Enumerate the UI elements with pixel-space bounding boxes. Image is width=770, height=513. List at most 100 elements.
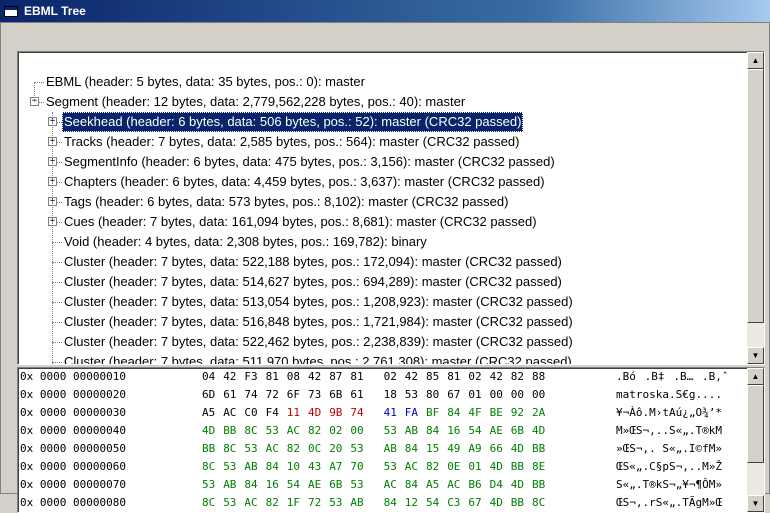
hex-row[interactable]: 0x 0000 00000050 BB 8C 53 AC 82 0C 20 53 AB 84 15 49… xyxy=(20,441,746,457)
hex-byte[interactable]: 66 xyxy=(490,441,510,457)
hex-byte[interactable]: BB xyxy=(511,459,531,475)
hex-byte[interactable]: 4D xyxy=(308,405,328,421)
hex-byte[interactable]: 82 xyxy=(266,495,286,511)
tree-node-label[interactable]: Cluster (header: 7 bytes, data: 513,054 … xyxy=(62,292,575,312)
scroll-up-arrow-icon[interactable]: ▲ xyxy=(747,52,764,69)
hex-view[interactable]: 0x 0000 00000010 04 42 F3 81 08 42 87 81 02 42 85 81… xyxy=(17,367,765,513)
tree-row[interactable]: Cluster (header: 7 bytes, data: 511,970 … xyxy=(18,352,746,364)
hex-byte[interactable]: 4D xyxy=(511,477,531,493)
tree-row[interactable]: Void (header: 4 bytes, data: 2,308 bytes… xyxy=(18,232,746,252)
hex-byte[interactable]: 41 xyxy=(384,405,404,421)
hex-byte[interactable]: AB xyxy=(223,477,243,493)
hex-byte[interactable]: D4 xyxy=(490,477,510,493)
hex-byte[interactable]: 01 xyxy=(468,387,488,403)
tree-node-label[interactable]: Cluster (header: 7 bytes, data: 522,188 … xyxy=(62,252,564,272)
hex-row[interactable]: 0x 0000 00000020 6D 61 74 72 6F 73 6B 61 18 53 80 67… xyxy=(20,387,746,403)
hex-byte[interactable]: 02 xyxy=(329,423,349,439)
hex-byte[interactable]: 67 xyxy=(468,495,488,511)
hex-byte[interactable]: 6B xyxy=(329,387,349,403)
tree-row[interactable]: + Seekhead (header: 6 bytes, data: 506 by… xyxy=(18,112,746,132)
tree-row[interactable]: EBML (header: 5 bytes, data: 35 bytes, p… xyxy=(18,72,746,92)
tree-node-label[interactable]: Cues (header: 7 bytes, data: 161,094 byt… xyxy=(62,212,539,232)
hex-byte[interactable]: BB xyxy=(223,423,243,439)
hex-byte[interactable]: AE xyxy=(490,423,510,439)
hex-byte[interactable]: 88 xyxy=(532,369,552,385)
hex-byte[interactable]: 8C xyxy=(223,441,243,457)
hex-byte[interactable]: 82 xyxy=(308,423,328,439)
hex-byte[interactable]: AB xyxy=(350,495,370,511)
hex-byte[interactable]: AC xyxy=(447,477,467,493)
hex-byte[interactable]: BE xyxy=(490,405,510,421)
hex-byte[interactable]: 72 xyxy=(308,495,328,511)
hex-byte[interactable]: 4F xyxy=(468,405,488,421)
hex-byte[interactable]: 53 xyxy=(384,423,404,439)
tree-node-label[interactable]: Tracks (header: 7 bytes, data: 2,585 byt… xyxy=(62,132,521,152)
hex-row[interactable]: 0x 0000 00000080 8C 53 AC 82 1F 72 53 AB 84 12 54 C3… xyxy=(20,495,746,511)
hex-row[interactable]: 0x 0000 00000060 8C 53 AB 84 10 43 A7 70 53 AC 82 0E… xyxy=(20,459,746,475)
hex-byte[interactable]: 4D xyxy=(511,441,531,457)
hex-scroll-thumb[interactable] xyxy=(747,385,764,463)
hex-byte[interactable]: 42 xyxy=(223,369,243,385)
tree-node-label[interactable]: Chapters (header: 6 bytes, data: 4,459 b… xyxy=(62,172,547,192)
hex-byte[interactable]: 9B xyxy=(329,405,349,421)
hex-byte[interactable]: 53 xyxy=(384,459,404,475)
hex-byte[interactable]: 84 xyxy=(405,441,425,457)
hex-byte[interactable]: 20 xyxy=(329,441,349,457)
hex-byte[interactable]: 82 xyxy=(511,369,531,385)
hex-byte[interactable]: 6B xyxy=(511,423,531,439)
hex-byte[interactable]: 00 xyxy=(350,423,370,439)
hex-scroll-up-arrow-icon[interactable]: ▲ xyxy=(747,368,764,385)
hex-byte[interactable]: 87 xyxy=(329,369,349,385)
hex-byte[interactable]: 16 xyxy=(447,423,467,439)
hex-byte[interactable]: 00 xyxy=(532,387,552,403)
hex-byte[interactable]: 85 xyxy=(426,369,446,385)
hex-byte[interactable]: 84 xyxy=(384,495,404,511)
hex-byte[interactable]: BB xyxy=(202,441,222,457)
hex-byte[interactable]: B6 xyxy=(468,477,488,493)
tree-node-label[interactable]: Cluster (header: 7 bytes, data: 514,627 … xyxy=(62,272,564,292)
hex-byte[interactable]: FA xyxy=(405,405,425,421)
hex-byte[interactable]: 4D xyxy=(202,423,222,439)
hex-byte[interactable]: 02 xyxy=(468,369,488,385)
hex-byte[interactable]: 6B xyxy=(329,477,349,493)
hex-byte[interactable]: 53 xyxy=(405,387,425,403)
hex-byte[interactable]: BF xyxy=(426,405,446,421)
hex-byte[interactable]: 8C xyxy=(202,495,222,511)
tree-row[interactable]: Cluster (header: 7 bytes, data: 522,188 … xyxy=(18,252,746,272)
hex-byte[interactable]: 00 xyxy=(511,387,531,403)
hex-byte[interactable]: 6F xyxy=(287,387,307,403)
hex-byte[interactable]: 53 xyxy=(350,441,370,457)
hex-byte[interactable]: 02 xyxy=(384,369,404,385)
hex-byte[interactable]: 04 xyxy=(202,369,222,385)
hex-row[interactable]: 0x 0000 00000040 4D BB 8C 53 AC 82 02 00 53 AB 84 16… xyxy=(20,423,746,439)
hex-byte[interactable]: 01 xyxy=(468,459,488,475)
hex-byte[interactable]: A7 xyxy=(329,459,349,475)
hex-scroll-down-arrow-icon[interactable]: ▼ xyxy=(747,495,764,512)
hex-byte[interactable]: 72 xyxy=(266,387,286,403)
tree-row[interactable]: Cluster (header: 7 bytes, data: 513,054 … xyxy=(18,292,746,312)
hex-byte[interactable]: 53 xyxy=(244,441,264,457)
hex-byte[interactable]: AB xyxy=(244,459,264,475)
tree-row[interactable]: Cluster (header: 7 bytes, data: 514,627 … xyxy=(18,272,746,292)
scroll-down-arrow-icon[interactable]: ▼ xyxy=(747,347,764,364)
hex-byte[interactable]: AC xyxy=(287,423,307,439)
hex-byte[interactable]: 6D xyxy=(202,387,222,403)
hex-byte[interactable]: BB xyxy=(511,495,531,511)
hex-byte[interactable]: 53 xyxy=(223,495,243,511)
hex-byte[interactable]: 4D xyxy=(490,459,510,475)
hex-byte[interactable]: 74 xyxy=(350,405,370,421)
hex-byte[interactable]: 49 xyxy=(447,441,467,457)
tree-node-label[interactable]: EBML (header: 5 bytes, data: 35 bytes, p… xyxy=(44,72,367,92)
hex-byte[interactable]: AB xyxy=(384,441,404,457)
hex-byte[interactable]: 53 xyxy=(202,477,222,493)
hex-vertical-scrollbar[interactable]: ▲ ▼ xyxy=(747,368,764,512)
hex-byte[interactable]: A5 xyxy=(426,477,446,493)
hex-byte[interactable]: 81 xyxy=(350,369,370,385)
hex-byte[interactable]: 73 xyxy=(308,387,328,403)
hex-byte[interactable]: 42 xyxy=(490,369,510,385)
hex-byte[interactable]: 16 xyxy=(266,477,286,493)
hex-byte[interactable]: 81 xyxy=(447,369,467,385)
hex-byte[interactable]: 92 xyxy=(511,405,531,421)
hex-byte[interactable]: 80 xyxy=(426,387,446,403)
hex-byte[interactable]: AC xyxy=(405,459,425,475)
